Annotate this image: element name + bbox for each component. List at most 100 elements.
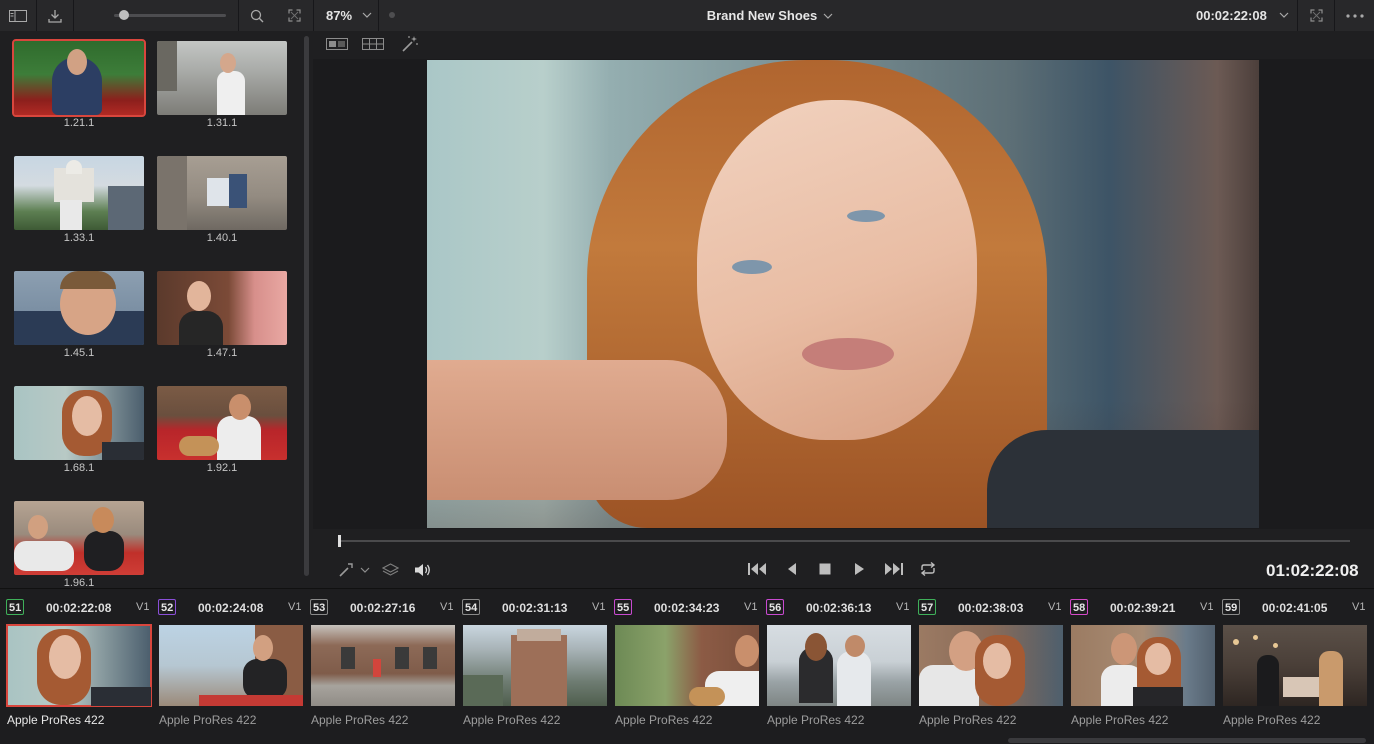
still-thumbnail[interactable] [14, 386, 144, 460]
timeline-title-dropdown[interactable]: Brand New Shoes [620, 8, 920, 23]
audio-button[interactable] [414, 562, 432, 578]
skip-back-icon [748, 563, 766, 575]
clip-track: V1 [592, 601, 606, 613]
clip-header: 58 00:02:39:21 V1 [1064, 598, 1216, 618]
loop-icon [920, 561, 936, 577]
clip-track: V1 [1200, 601, 1214, 613]
clip-number: 55 [614, 599, 633, 615]
chevron-down-icon [823, 13, 833, 19]
clip-codec: Apple ProRes 422 [311, 713, 409, 727]
clip-track: V1 [440, 601, 454, 613]
clip-thumbnail[interactable] [6, 624, 152, 707]
clip-header: 52 00:02:24:08 V1 [152, 598, 304, 618]
clip-track: V1 [136, 601, 150, 613]
viewer-fullscreen-button[interactable] [1298, 0, 1334, 31]
header-timecode: 00:02:22:08 [1196, 8, 1267, 23]
still-label: 1.45.1 [63, 347, 95, 359]
clip-header: 51 00:02:22:08 V1 [0, 598, 152, 618]
clip-track: V1 [288, 601, 302, 613]
viewer-timecode: 01:02:22:08 [1266, 561, 1359, 580]
magic-wand-button[interactable] [401, 35, 419, 53]
clip-header: 59 00:02:41:05 V1 [1216, 598, 1368, 618]
still-thumbnail[interactable] [157, 156, 287, 230]
layers-icon [382, 563, 399, 576]
timecode-dropdown-button[interactable] [1279, 10, 1289, 20]
still-thumbnail[interactable] [14, 156, 144, 230]
clip-timecode: 00:02:36:13 [806, 601, 872, 615]
clip-track: V1 [744, 601, 758, 613]
magic-wand-icon [402, 36, 418, 52]
pointer-tool-button[interactable] [338, 562, 354, 578]
clip-track: V1 [1048, 601, 1062, 613]
clip-thumbnail[interactable] [1223, 625, 1367, 706]
pointer-icon [339, 563, 353, 577]
clip-timecode: 00:02:41:05 [1262, 601, 1328, 615]
clip-timecode: 00:02:24:08 [198, 601, 264, 615]
clip-number: 52 [158, 599, 177, 615]
still-label: 1.21.1 [63, 117, 95, 129]
still-thumbnail[interactable] [157, 41, 287, 115]
clip-codec: Apple ProRes 422 [919, 713, 1017, 727]
zoom-level[interactable]: 87% [326, 8, 352, 23]
still-thumbnail[interactable] [14, 271, 144, 345]
viewer-frame[interactable] [427, 60, 1259, 528]
clip-thumbnail[interactable] [159, 625, 303, 706]
still-label: 1.40.1 [206, 232, 238, 244]
page-title: Brand New Shoes [706, 8, 818, 23]
clip-thumbnail[interactable] [463, 625, 607, 706]
split-view-button[interactable] [326, 38, 348, 50]
clip-codec: Apple ProRes 422 [159, 713, 257, 727]
clip-timecode: 00:02:22:08 [46, 601, 112, 615]
playhead[interactable] [338, 535, 341, 547]
clip-number: 58 [1070, 599, 1089, 615]
clip-codec: Apple ProRes 422 [1223, 713, 1321, 727]
loop-button[interactable] [919, 561, 937, 577]
dropdown-arrow-icon [1279, 12, 1289, 18]
gallery-fullscreen-button[interactable] [276, 0, 312, 31]
clip-thumbnail[interactable] [1071, 625, 1215, 706]
import-button[interactable] [37, 0, 73, 31]
clip-codec: Apple ProRes 422 [615, 713, 713, 727]
still-label: 1.33.1 [63, 232, 95, 244]
search-button[interactable] [239, 0, 275, 31]
top-toolbar: 87% Brand New Shoes 00:02:22:08 [0, 0, 1374, 32]
still-thumbnail[interactable] [12, 39, 146, 117]
split-view-icon [326, 38, 348, 50]
grid-view-button[interactable] [362, 38, 384, 50]
viewer-toolbar [313, 31, 1374, 59]
still-thumbnail[interactable] [157, 271, 287, 345]
clip-thumbnail[interactable] [311, 625, 455, 706]
clip-thumbnail[interactable] [767, 625, 911, 706]
clip-number: 57 [918, 599, 937, 615]
clip-timecode: 00:02:27:16 [350, 601, 416, 615]
volume-icon [415, 564, 430, 576]
zoom-slider-track[interactable] [114, 14, 226, 17]
skip-forward-icon [885, 563, 903, 575]
clip-codec: Apple ProRes 422 [7, 713, 105, 727]
clip-thumbnail[interactable] [919, 625, 1063, 706]
zoom-dropdown-button[interactable] [362, 10, 372, 20]
play-button[interactable] [852, 562, 866, 576]
gallery-scrollbar[interactable] [304, 36, 309, 576]
still-label: 1.68.1 [63, 462, 95, 474]
more-options-button[interactable] [1335, 0, 1374, 31]
chevron-down-icon [360, 567, 370, 573]
timeline-scrollbar[interactable] [1008, 738, 1366, 743]
scrubber-track[interactable] [338, 540, 1350, 542]
clip-track: V1 [896, 601, 910, 613]
clip-codec: Apple ProRes 422 [463, 713, 561, 727]
skip-to-end-button[interactable] [883, 562, 905, 576]
clip-number: 56 [766, 599, 785, 615]
still-thumbnail[interactable] [14, 501, 144, 575]
play-icon [855, 563, 864, 575]
still-thumbnail[interactable] [157, 386, 287, 460]
step-back-button[interactable] [785, 562, 799, 576]
skip-to-start-button[interactable] [747, 562, 769, 576]
clip-thumbnail[interactable] [615, 625, 759, 706]
fullscreen-icon [1309, 9, 1323, 22]
zoom-slider-thumb[interactable] [119, 10, 130, 20]
sidebar-toggle-button[interactable] [0, 0, 36, 31]
pointer-dropdown-button[interactable] [360, 566, 370, 574]
layers-button[interactable] [382, 562, 399, 578]
stop-button[interactable] [818, 562, 832, 576]
